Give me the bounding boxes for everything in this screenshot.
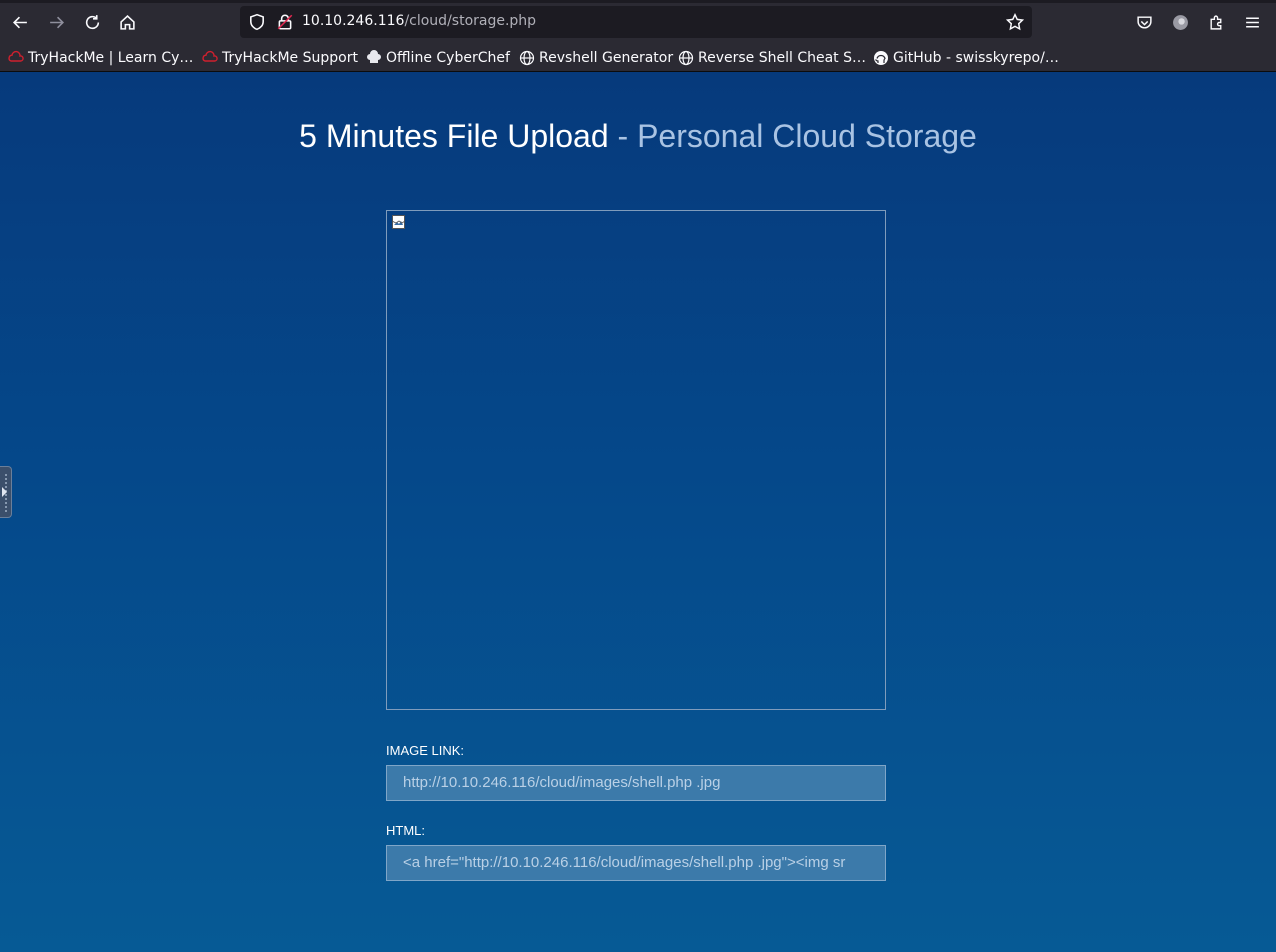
globe-icon: [519, 50, 535, 66]
pocket-icon: [1136, 15, 1152, 29]
home-button[interactable]: [113, 8, 141, 36]
tryhackme-icon: [202, 50, 218, 62]
bookmark-label: GitHub - swisskyrepo/…: [893, 50, 1059, 66]
bookmark-star-icon[interactable]: [1006, 13, 1024, 31]
menu-button[interactable]: [1240, 10, 1264, 34]
shield-icon[interactable]: [248, 13, 266, 31]
extensions-button[interactable]: [1204, 10, 1228, 34]
tryhackme-icon: [8, 50, 24, 62]
sidebar-drag-handle[interactable]: [0, 466, 12, 518]
arrow-right-icon: [49, 16, 64, 28]
bookmark-offline-cyberchef[interactable]: Offline CyberChef: [366, 48, 510, 68]
pocket-button[interactable]: [1132, 10, 1156, 34]
uploaded-image-preview[interactable]: [386, 210, 886, 710]
bookmarks-toolbar: TryHackMe | Learn Cy… TryHackMe Support …: [0, 44, 1276, 72]
account-button[interactable]: [1168, 10, 1192, 34]
url-bar[interactable]: 10.10.246.116/cloud/storage.php: [240, 6, 1032, 38]
bookmark-github-swisskyrepo[interactable]: GitHub - swisskyrepo/…: [873, 48, 1059, 68]
bookmark-revshell-generator[interactable]: Revshell Generator: [519, 48, 673, 68]
reload-button[interactable]: [78, 8, 106, 36]
bookmark-label: TryHackMe Support: [222, 50, 358, 66]
url-text[interactable]: 10.10.246.116/cloud/storage.php: [302, 13, 536, 29]
back-button[interactable]: [6, 8, 34, 36]
bookmark-label: Reverse Shell Cheat S…: [698, 50, 866, 66]
page-title: 5 Minutes File Upload - Personal Cloud S…: [0, 118, 1276, 155]
forward-button[interactable]: [42, 8, 70, 36]
bookmark-label: TryHackMe | Learn Cy…: [28, 50, 194, 66]
globe-icon: [678, 50, 694, 66]
page-title-main: 5 Minutes File Upload: [299, 118, 609, 154]
browser-toolbar: 10.10.246.116/cloud/storage.php: [0, 0, 1276, 44]
github-icon: [874, 51, 888, 65]
bookmark-tryhackme-support[interactable]: TryHackMe Support: [202, 48, 358, 68]
bookmark-tryhackme-learn[interactable]: TryHackMe | Learn Cy…: [8, 48, 193, 68]
home-icon: [119, 14, 135, 30]
bookmark-label: Offline CyberChef: [386, 50, 510, 66]
bookmark-label: Revshell Generator: [539, 50, 674, 66]
reload-icon: [85, 14, 99, 29]
expand-arrow-icon: [2, 487, 7, 497]
page-content: 5 Minutes File Upload - Personal Cloud S…: [0, 72, 1276, 952]
arrow-left-icon: [12, 16, 27, 28]
html-label: HTML:: [386, 823, 425, 838]
insecure-lock-icon[interactable]: [276, 13, 294, 31]
image-link-label: IMAGE LINK:: [386, 743, 465, 758]
hamburger-menu-icon: [1245, 17, 1259, 27]
broken-image-icon: [392, 215, 405, 229]
bookmark-reverse-shell-cheat-sheet[interactable]: Reverse Shell Cheat S…: [678, 48, 866, 68]
chef-hat-icon: [367, 50, 381, 63]
tab-strip: [0, 0, 1276, 3]
page-title-sub: - Personal Cloud Storage: [617, 118, 977, 154]
account-avatar-icon: [1172, 14, 1188, 30]
image-link-field[interactable]: http://10.10.246.116/cloud/images/shell.…: [386, 765, 886, 801]
url-host: 10.10.246.116: [302, 13, 405, 29]
html-code-field[interactable]: <a href="http://10.10.246.116/cloud/imag…: [386, 845, 886, 881]
url-path: /cloud/storage.php: [404, 13, 537, 29]
puzzle-icon: [1209, 15, 1221, 30]
